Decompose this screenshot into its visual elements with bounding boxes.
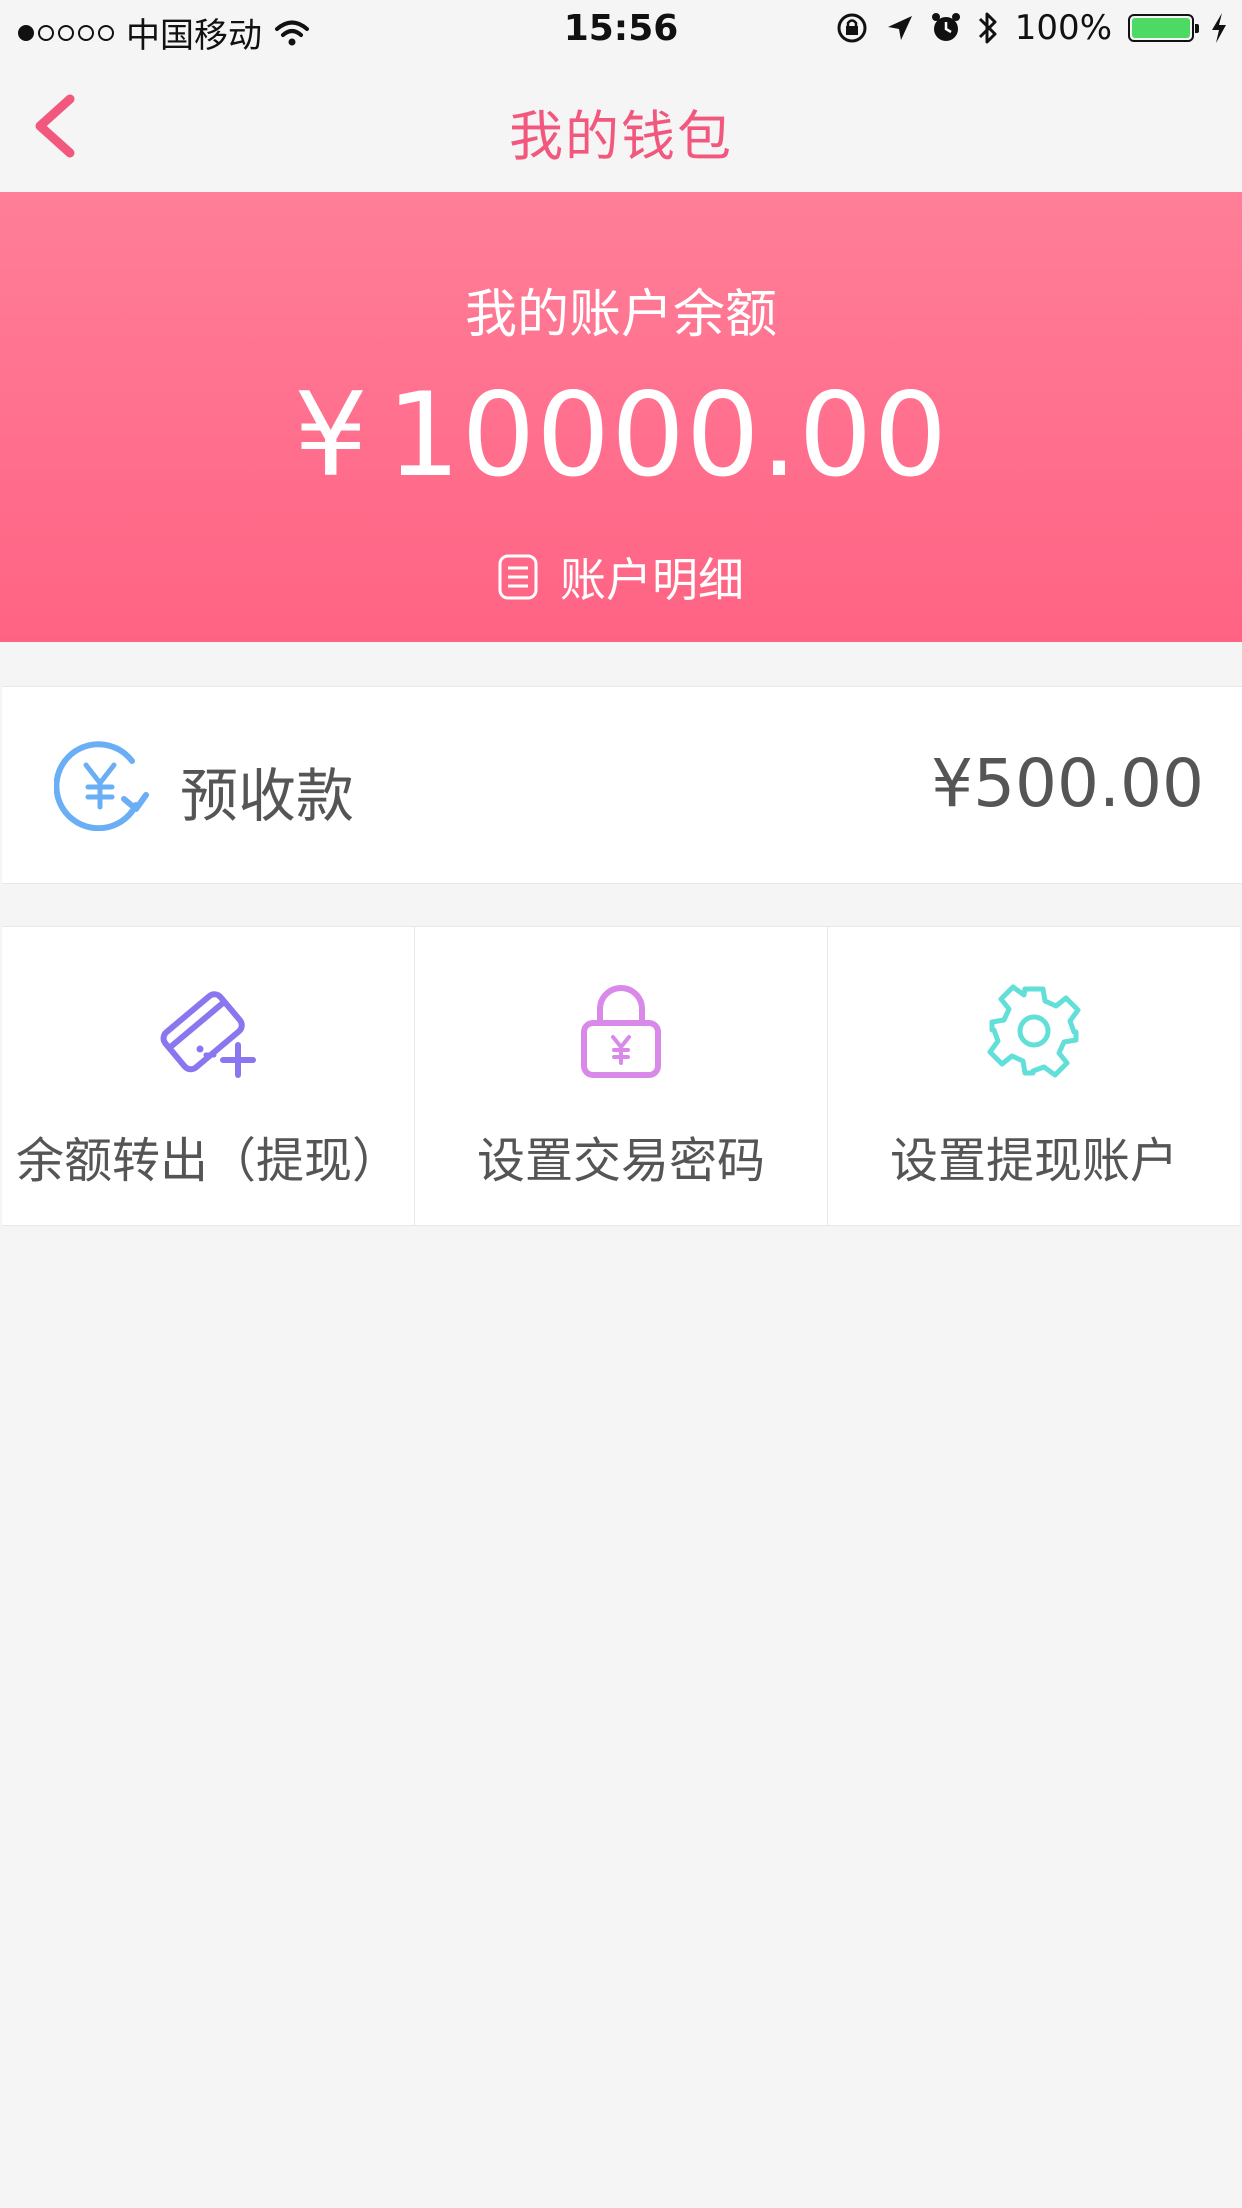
set-withdraw-account-label: 设置提现账户	[889, 1133, 1178, 1189]
battery-icon	[1128, 14, 1199, 42]
set-transaction-password-label: 设置交易密码	[476, 1133, 765, 1189]
balance-amount: ¥10000.00	[0, 368, 1242, 503]
navigation-bar: 我的钱包	[0, 60, 1242, 192]
card-add-icon	[160, 991, 256, 1078]
status-bar: 中国移动 15:56 100%	[0, 0, 1242, 60]
orientation-lock-icon	[837, 13, 867, 43]
prepayment-value: 500.00	[973, 745, 1204, 822]
action-grid: 余额转出（提现） 设置交易密码 设置提现账户	[2, 926, 1240, 1226]
battery-percent: 100%	[1014, 8, 1112, 48]
charging-bolt-icon	[1212, 13, 1226, 43]
set-withdraw-account-button[interactable]: 设置提现账户	[828, 927, 1240, 1225]
yen-refresh-icon	[54, 741, 149, 831]
lock-yen-icon	[581, 985, 661, 1078]
balance-currency: ¥	[293, 368, 369, 503]
bluetooth-icon	[978, 12, 997, 44]
account-detail-link[interactable]: 账户明细	[0, 544, 1242, 610]
alarm-icon	[931, 13, 960, 41]
status-right: 100%	[835, 8, 1228, 48]
prepayment-amount: ¥500.00	[931, 745, 1204, 822]
location-arrow-icon	[887, 16, 912, 40]
gear-icon	[987, 984, 1081, 1078]
page-title: 我的钱包	[509, 105, 733, 168]
balance-value: 10000.00	[386, 368, 949, 503]
withdraw-label: 余额转出（提现）	[15, 1133, 400, 1189]
list-icon	[498, 554, 538, 600]
withdraw-button[interactable]: 余额转出（提现）	[2, 927, 415, 1225]
balance-title: 我的账户余额	[464, 285, 777, 345]
prepayment-row[interactable]: 预收款 ¥500.00	[2, 686, 1242, 884]
prepayment-currency: ¥	[931, 745, 974, 822]
balance-card: 我的账户余额 ¥10000.00 账户明细	[0, 192, 1242, 642]
set-transaction-password-button[interactable]: 设置交易密码	[415, 927, 828, 1225]
battery-fill	[1132, 18, 1190, 38]
account-detail-label: 账户明细	[560, 553, 744, 607]
prepayment-label: 预收款	[180, 762, 355, 830]
